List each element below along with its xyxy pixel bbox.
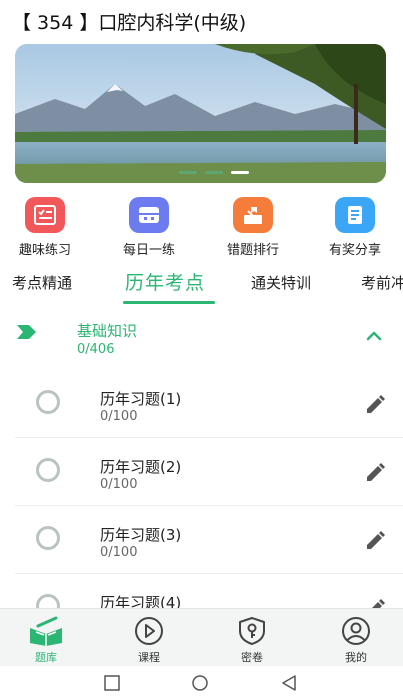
quick-action-practice[interactable]: 趣味练习 bbox=[0, 197, 90, 258]
list-item[interactable]: 历年习题(1) 0/100 bbox=[15, 370, 403, 438]
recents-button[interactable] bbox=[103, 675, 121, 695]
user-icon bbox=[326, 615, 386, 647]
item-title: 历年习题(3) bbox=[100, 526, 182, 544]
system-nav-bar bbox=[0, 666, 403, 700]
practice-icon bbox=[25, 197, 65, 233]
item-count: 0/100 bbox=[100, 545, 138, 560]
play-icon bbox=[119, 615, 179, 647]
quick-action-label: 有奖分享 bbox=[328, 243, 381, 258]
nav-item-tiku[interactable]: 题库 bbox=[16, 615, 76, 665]
active-tab-indicator bbox=[123, 301, 215, 304]
tab-kaodian-jingtong[interactable]: 考点精通 bbox=[12, 272, 72, 293]
status-circle-icon bbox=[36, 390, 60, 414]
back-button[interactable] bbox=[280, 675, 298, 695]
shield-key-icon bbox=[222, 615, 282, 647]
home-button[interactable] bbox=[190, 675, 210, 695]
quick-action-label: 趣味练习 bbox=[18, 243, 71, 258]
nav-label: 课程 bbox=[138, 651, 160, 664]
nav-label: 题库 bbox=[35, 651, 57, 664]
tab-kaoqian[interactable]: 考前冲 bbox=[361, 272, 403, 293]
daily-icon bbox=[129, 197, 169, 233]
carousel-dots bbox=[179, 171, 249, 174]
nav-item-mijuan[interactable]: 密卷 bbox=[222, 615, 282, 665]
quick-actions: 趣味练习 每日一练 错题排行 有奖分享 bbox=[0, 197, 403, 261]
landscape-image bbox=[15, 44, 386, 183]
chevron-up-icon[interactable] bbox=[364, 328, 384, 348]
list-item[interactable]: 历年习题(3) 0/100 bbox=[15, 506, 403, 574]
tab-tongguan-texun[interactable]: 通关特训 bbox=[251, 272, 311, 293]
quick-action-share[interactable]: 有奖分享 bbox=[310, 197, 400, 258]
section-title: 基础知识 bbox=[77, 322, 138, 340]
quick-action-daily[interactable]: 每日一练 bbox=[104, 197, 194, 258]
nav-item-kecheng[interactable]: 课程 bbox=[119, 615, 179, 665]
bottom-nav: 题库 课程 密卷 我的 bbox=[0, 608, 403, 666]
nav-label: 密卷 bbox=[241, 651, 263, 664]
pencil-icon[interactable] bbox=[364, 394, 386, 420]
list-item[interactable]: 历年习题(2) 0/100 bbox=[15, 438, 403, 506]
carousel-dot[interactable] bbox=[179, 171, 197, 174]
section-header[interactable]: 基础知识 0/406 bbox=[0, 316, 403, 366]
carousel-dot-active[interactable] bbox=[231, 171, 249, 174]
book-icon bbox=[16, 615, 76, 647]
item-title: 历年习题(2) bbox=[100, 458, 182, 476]
carousel-dot[interactable] bbox=[205, 171, 223, 174]
pencil-icon[interactable] bbox=[364, 462, 386, 488]
item-count: 0/100 bbox=[100, 477, 138, 492]
banner-carousel[interactable] bbox=[15, 44, 386, 183]
item-title: 历年习题(1) bbox=[100, 390, 182, 408]
nav-label: 我的 bbox=[345, 651, 367, 664]
flag-icon bbox=[17, 324, 37, 344]
nav-item-wode[interactable]: 我的 bbox=[326, 615, 386, 665]
pencil-icon[interactable] bbox=[364, 530, 386, 556]
quick-action-wrong-rank[interactable]: 错题排行 bbox=[208, 197, 298, 258]
quick-action-label: 错题排行 bbox=[226, 243, 279, 258]
share-icon bbox=[335, 197, 375, 233]
page-title: 【 354 】口腔内科学(中级) bbox=[12, 12, 247, 34]
item-count: 0/100 bbox=[100, 409, 138, 424]
quick-action-label: 每日一练 bbox=[122, 243, 175, 258]
section-count: 0/406 bbox=[77, 342, 115, 357]
tab-linian-kaodian[interactable]: 历年考点 bbox=[125, 268, 205, 295]
status-circle-icon bbox=[36, 526, 60, 550]
status-circle-icon bbox=[36, 458, 60, 482]
wrong-rank-icon bbox=[233, 197, 273, 233]
